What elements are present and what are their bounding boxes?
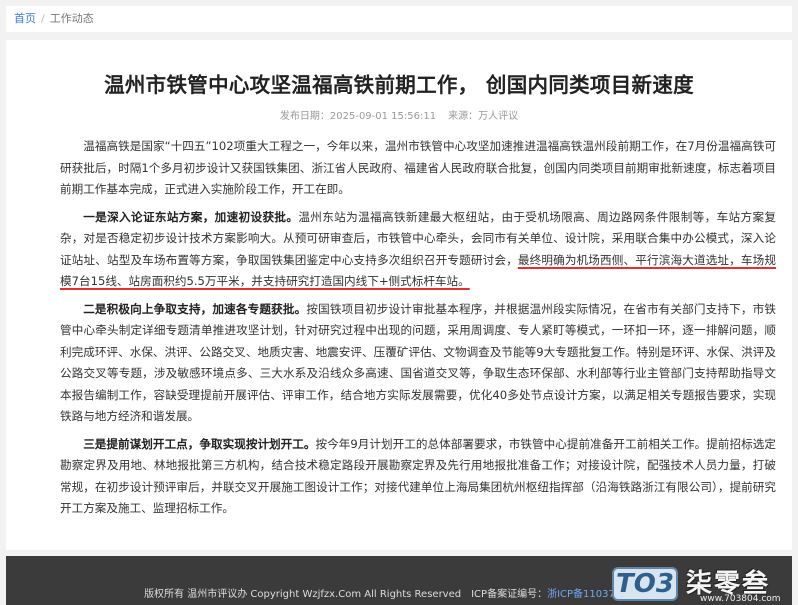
paragraph-construction: 三是提前谋划开工点，争取实现按计划开工。按今年9月计划开工的总体部署要求，市铁管… — [60, 434, 776, 520]
page-title: 温州市铁管中心攻坚温福高铁前期工作， 创国内同类项目新速度 — [104, 73, 694, 97]
footer-copyright: 版权所有 温州市评议办 Copyright Wzjfzx.Com All Rig… — [144, 589, 462, 600]
paragraph-lead: 二是积极向上争取支持，加速各专题获批。 — [83, 301, 307, 316]
article-meta: 发布日期：2025-09-01 15:56:11 来源：万人评议 — [6, 107, 792, 122]
publish-date: 2025-09-01 15:56:11 — [329, 111, 437, 122]
paragraph-east-station: 一是深入论证东站方案，加速初设获批。温州东站为温福高铁新建最大枢纽站，由于受机场… — [60, 207, 776, 293]
breadcrumb-current[interactable]: 工作动态 — [50, 12, 94, 25]
breadcrumb-separator: / — [41, 12, 45, 25]
source: 万人评议 — [478, 111, 519, 122]
article-panel: 温州市铁管中心攻坚温福高铁前期工作， 创国内同类项目新速度 发布日期：2025-… — [6, 40, 792, 550]
publish-date-label: 发布日期： — [279, 111, 330, 122]
paragraph-text: 按国铁项目初步设计审批基本程序，并根据温州段实际情况，在省市有关部门支持下，市铁… — [60, 301, 776, 424]
footer-icp-label: ICP备案证编号： — [471, 589, 548, 600]
paragraph-intro: 温福高铁是国家“十四五”102项重大工程之一，今年以来，温州市铁管中心攻坚加速推… — [60, 139, 776, 196]
article-body: 温福高铁是国家“十四五”102项重大工程之一，今年以来，温州市铁管中心攻坚加速推… — [60, 136, 776, 526]
watermark-url: www.703804.com — [700, 594, 781, 604]
paragraph-lead: 三是提前谋划开工点，争取实现按计划开工。 — [83, 436, 316, 451]
paragraph-lead: 一是深入论证东站方案，加速初设获批。 — [83, 209, 299, 224]
breadcrumb: 首页 / 工作动态 — [6, 6, 792, 32]
watermark-logo: TO3 柒零叁 www.703804.com — [612, 563, 798, 605]
breadcrumb-home-link[interactable]: 首页 — [14, 12, 36, 25]
source-label: 来源： — [448, 111, 479, 122]
watermark-badge: TO3 — [612, 567, 678, 601]
paragraph-approvals: 二是积极向上争取支持，加速各专题获批。按国铁项目初步设计审批基本程序，并根据温州… — [60, 299, 776, 428]
